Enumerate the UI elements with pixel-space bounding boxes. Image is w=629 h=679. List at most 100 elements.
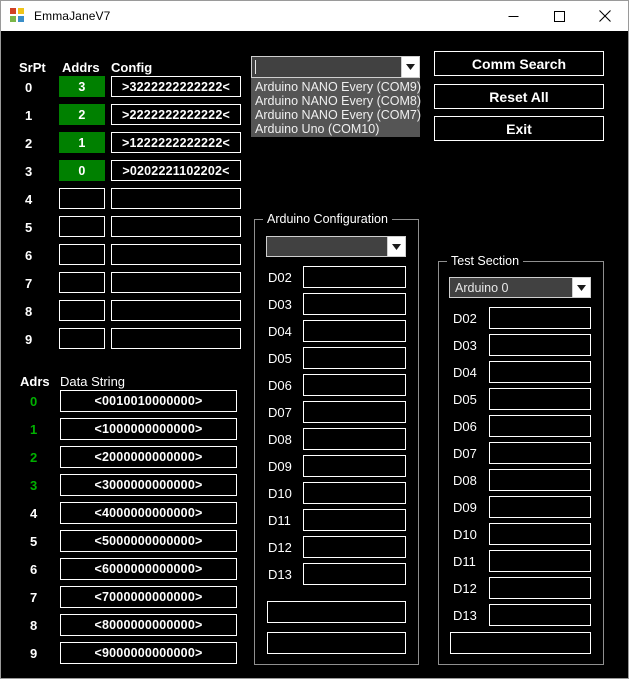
test-section-pin-field-d13[interactable] — [489, 604, 591, 626]
comm-port-text-caret — [255, 60, 256, 74]
addrs-field-1[interactable]: 2 — [59, 104, 105, 125]
addrs-field-6[interactable] — [59, 244, 105, 265]
test-section-pin-field-d09[interactable] — [489, 496, 591, 518]
app-icon — [10, 8, 26, 24]
arduino-config-pin-field-d11[interactable] — [303, 509, 406, 531]
adrs-index-7: 7 — [30, 590, 38, 605]
config-field-1[interactable]: >2222222222222< — [111, 104, 241, 125]
arduino-config-pin-field-d03[interactable] — [303, 293, 406, 315]
arduino-config-extra-field-1[interactable] — [267, 601, 406, 623]
config-field-0[interactable]: >3222222222222< — [111, 76, 241, 97]
data-string-field-6[interactable]: <6000000000000> — [60, 558, 237, 580]
addrs-field-5[interactable] — [59, 216, 105, 237]
data-string-field-0[interactable]: <0010010000000> — [60, 390, 237, 412]
arduino-config-pin-field-d09[interactable] — [303, 455, 406, 477]
window-title: EmmaJaneV7 — [34, 9, 111, 23]
comm-port-option-2[interactable]: Arduino NANO Every (COM7) — [251, 108, 421, 122]
test-section-title: Test Section — [447, 254, 524, 268]
comm-port-combo[interactable] — [251, 56, 420, 78]
adrs-index-9: 9 — [30, 646, 38, 661]
arduino-config-pin-field-d06[interactable] — [303, 374, 406, 396]
arduino-config-pin-label-d02: D02 — [268, 270, 292, 285]
arduino-config-pin-field-d04[interactable] — [303, 320, 406, 342]
adrs-index-4: 4 — [30, 506, 38, 521]
addrs-field-9[interactable] — [59, 328, 105, 349]
data-string-field-2[interactable]: <2000000000000> — [60, 446, 237, 468]
maximize-button[interactable] — [536, 1, 582, 31]
addrs-field-7[interactable] — [59, 272, 105, 293]
test-section-pin-field-d12[interactable] — [489, 577, 591, 599]
adrs-index-5: 5 — [30, 534, 38, 549]
test-section-pin-label-d08: D08 — [453, 473, 477, 488]
adrs-index-3: 3 — [30, 478, 38, 493]
config-field-4[interactable] — [111, 188, 241, 209]
test-section-pin-field-d04[interactable] — [489, 361, 591, 383]
data-string-field-5[interactable]: <5000000000000> — [60, 530, 237, 552]
addrs-field-3[interactable]: 0 — [59, 160, 105, 181]
arduino-configuration-combo[interactable] — [266, 236, 406, 257]
test-section-pin-field-d08[interactable] — [489, 469, 591, 491]
config-field-6[interactable] — [111, 244, 241, 265]
data-string-field-9[interactable]: <9000000000000> — [60, 642, 237, 664]
comm-port-option-1[interactable]: Arduino NANO Every (COM8) — [251, 94, 421, 108]
arduino-config-extra-field-2[interactable] — [267, 632, 406, 654]
addrs-field-8[interactable] — [59, 300, 105, 321]
header-config: Config — [111, 60, 153, 75]
arduino-config-pin-field-d08[interactable] — [303, 428, 406, 450]
data-string-field-7[interactable]: <7000000000000> — [60, 586, 237, 608]
test-section-combo[interactable]: Arduino 0 — [449, 277, 591, 298]
arduino-config-pin-field-d02[interactable] — [303, 266, 406, 288]
comm-port-option-0[interactable]: Arduino NANO Every (COM9) — [251, 80, 421, 94]
srpt-index-9: 9 — [25, 332, 33, 347]
addrs-field-0[interactable]: 3 — [59, 76, 105, 97]
comm-port-option-3[interactable]: Arduino Uno (COM10) — [251, 122, 420, 136]
client-area: SrPt Addrs Config 0 3 >3222222222222< 1 … — [1, 31, 628, 678]
chevron-down-icon[interactable] — [401, 57, 419, 77]
test-section-pin-field-d02[interactable] — [489, 307, 591, 329]
test-section-pin-field-d06[interactable] — [489, 415, 591, 437]
test-section-pin-field-d10[interactable] — [489, 523, 591, 545]
comm-search-button[interactable]: Comm Search — [434, 51, 604, 76]
config-field-5[interactable] — [111, 216, 241, 237]
test-section-pin-field-d03[interactable] — [489, 334, 591, 356]
arduino-config-pin-field-d05[interactable] — [303, 347, 406, 369]
reset-all-button[interactable]: Reset All — [434, 84, 604, 109]
chevron-down-icon[interactable] — [572, 278, 590, 297]
chevron-down-icon[interactable] — [387, 237, 405, 256]
data-string-field-3[interactable]: <3000000000000> — [60, 474, 237, 496]
header-addrs: Addrs — [62, 60, 100, 75]
arduino-config-pin-label-d07: D07 — [268, 405, 292, 420]
close-button[interactable] — [582, 1, 628, 31]
minimize-button[interactable] — [490, 1, 536, 31]
header-srpt: SrPt — [19, 60, 46, 75]
arduino-config-pin-field-d07[interactable] — [303, 401, 406, 423]
data-string-field-8[interactable]: <8000000000000> — [60, 614, 237, 636]
test-section-pin-field-d07[interactable] — [489, 442, 591, 464]
adrs-index-0: 0 — [30, 394, 38, 409]
header-data-string: Data String — [60, 374, 126, 389]
arduino-config-pin-field-d10[interactable] — [303, 482, 406, 504]
data-string-field-1[interactable]: <1000000000000> — [60, 418, 237, 440]
config-field-8[interactable] — [111, 300, 241, 321]
test-section-extra-field-1[interactable] — [450, 632, 591, 654]
srpt-index-5: 5 — [25, 220, 33, 235]
data-string-field-4[interactable]: <4000000000000> — [60, 502, 237, 524]
config-field-3[interactable]: >0202221102202< — [111, 160, 241, 181]
arduino-config-pin-label-d12: D12 — [268, 540, 292, 555]
srpt-index-1: 1 — [25, 108, 33, 123]
test-section-pin-field-d11[interactable] — [489, 550, 591, 572]
comm-port-dropdown-list[interactable]: Arduino NANO Every (COM9) Arduino NANO E… — [251, 78, 421, 137]
header-adrs: Adrs — [20, 374, 50, 389]
config-field-9[interactable] — [111, 328, 241, 349]
arduino-config-pin-field-d13[interactable] — [303, 563, 406, 585]
adrs-index-1: 1 — [30, 422, 38, 437]
config-field-7[interactable] — [111, 272, 241, 293]
config-field-2[interactable]: >1222222222222< — [111, 132, 241, 153]
test-section-pin-field-d05[interactable] — [489, 388, 591, 410]
srpt-index-8: 8 — [25, 304, 33, 319]
addrs-field-4[interactable] — [59, 188, 105, 209]
arduino-config-pin-label-d05: D05 — [268, 351, 292, 366]
arduino-config-pin-field-d12[interactable] — [303, 536, 406, 558]
exit-button[interactable]: Exit — [434, 116, 604, 141]
addrs-field-2[interactable]: 1 — [59, 132, 105, 153]
